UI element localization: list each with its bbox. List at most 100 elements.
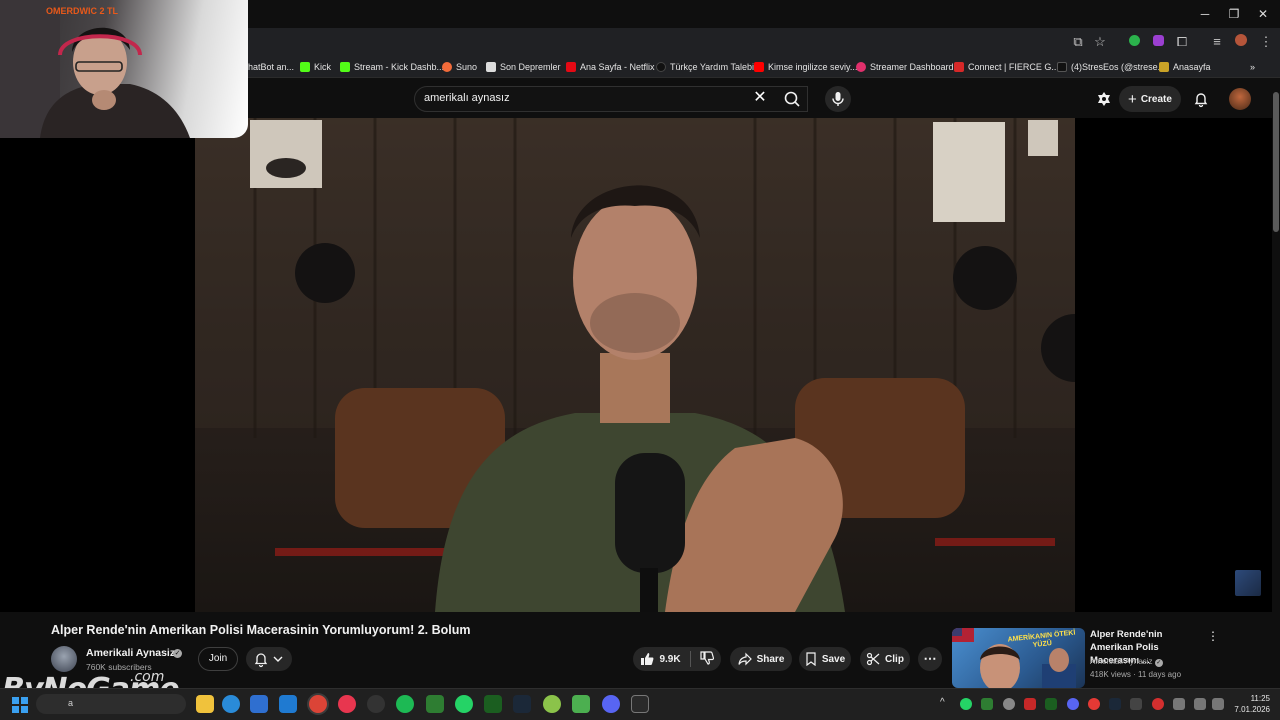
subscription-notifications-button[interactable] [246, 647, 292, 671]
whatsapp-icon[interactable] [455, 695, 473, 713]
channel-avatar[interactable] [51, 646, 77, 672]
chrome-browser-icon[interactable] [309, 695, 327, 713]
tray-whatsapp-icon[interactable] [960, 698, 972, 710]
create-button[interactable]: + Create [1119, 86, 1181, 112]
kick-favicon-icon [300, 62, 310, 72]
profile-avatar-icon[interactable] [1233, 34, 1249, 50]
install-icon[interactable]: ⧉ [1070, 34, 1086, 50]
minecraft-icon[interactable] [572, 695, 590, 713]
taskbar-time[interactable]: 11:25 [1244, 694, 1270, 703]
webcam-donation-caption: OMERDWIC 2 TL [46, 6, 118, 16]
account-avatar[interactable] [1229, 88, 1251, 110]
scissors-icon [866, 652, 880, 666]
scrollbar-thumb[interactable] [1273, 92, 1279, 232]
recommended-channel[interactable]: Amerikali Aynasiz ✓ [1090, 657, 1163, 667]
tray-microphone-icon[interactable] [1173, 698, 1185, 710]
bookmarks-overflow-icon[interactable]: » [1250, 59, 1255, 75]
minimize-icon[interactable]: ─ [1196, 6, 1214, 22]
tray-app-icon[interactable] [1003, 698, 1015, 710]
depremler-favicon-icon [486, 62, 496, 72]
channel-name[interactable]: Amerikali Aynasiz [86, 647, 175, 659]
tray-overflow-icon[interactable]: ^ [940, 697, 945, 708]
extension-purple-icon[interactable] [1150, 34, 1166, 50]
bookmark-item[interactable]: Son Depremler [486, 59, 561, 75]
tray-app-icon[interactable] [981, 698, 993, 710]
search-button[interactable] [776, 86, 808, 112]
bookmark-icon [806, 652, 816, 666]
tray-app-icon[interactable] [1024, 698, 1036, 710]
tray-network-icon[interactable] [1194, 698, 1206, 710]
miniplayer-thumbnail[interactable] [1235, 570, 1261, 596]
tray-app-icon[interactable] [1130, 698, 1142, 710]
extension-shield-icon[interactable] [1126, 34, 1142, 50]
tray-record-icon[interactable] [1088, 698, 1100, 710]
video-frame-illustration [195, 118, 1075, 612]
reading-list-icon[interactable]: ≡ [1209, 34, 1225, 50]
verified-check-icon: ✓ [1154, 659, 1163, 667]
steam-icon[interactable] [513, 695, 531, 713]
opera-browser-icon[interactable] [338, 695, 356, 713]
browser-menu-icon[interactable]: ⋮ [1258, 34, 1274, 50]
suno-favicon-icon [442, 62, 452, 72]
like-button[interactable]: 9.9K [640, 652, 681, 666]
duolingo-icon[interactable] [543, 695, 561, 713]
tray-app-icon[interactable] [1045, 698, 1057, 710]
clip-button[interactable]: Clip [860, 647, 910, 671]
bookmark-item[interactable]: Stream - Kick Dashb... [340, 59, 444, 75]
bookmark-item[interactable]: Anasayfa [1159, 59, 1211, 75]
bookmark-star-icon[interactable]: ☆ [1092, 34, 1108, 50]
bookmark-item[interactable]: Kick [300, 59, 331, 75]
microphone-icon [832, 92, 844, 106]
discord-icon[interactable] [602, 695, 620, 713]
windows-start-icon[interactable] [12, 697, 28, 713]
save-label: Save [821, 653, 846, 665]
more-actions-button[interactable]: ⋯ [918, 647, 942, 671]
taskbar-search-input[interactable]: a [36, 694, 186, 714]
video-player[interactable] [195, 118, 1075, 612]
maximize-icon[interactable]: ❐ [1225, 6, 1243, 22]
streamer-webcam [0, 0, 248, 138]
taskbar-date[interactable]: 7.01.2026 [1230, 705, 1270, 714]
dislike-button[interactable] [699, 650, 714, 668]
extensions-puzzle-icon[interactable]: ⧠ [1174, 34, 1190, 50]
voice-search-button[interactable] [825, 86, 851, 112]
save-button[interactable]: Save [799, 647, 851, 671]
obs-icon[interactable] [367, 695, 385, 713]
tray-volume-icon[interactable] [1212, 698, 1224, 710]
join-button[interactable]: Join [198, 647, 238, 671]
bookmark-item[interactable]: (4)StresEos (@strese... [1057, 59, 1165, 75]
clear-search-icon[interactable]: ✕ [752, 89, 768, 107]
youtube-studio-icon[interactable] [1096, 91, 1112, 107]
store-icon[interactable] [250, 695, 268, 713]
search-icon [784, 91, 800, 107]
youtube-favicon-icon [754, 62, 764, 72]
edge-browser-icon[interactable] [222, 695, 240, 713]
kick-app-icon[interactable] [426, 695, 444, 713]
epic-games-icon[interactable] [631, 695, 649, 713]
bookmark-item[interactable]: Ana Sayfa - Netflix [566, 59, 655, 75]
bookmark-item[interactable]: Türkçe Yardım Talebi [656, 59, 754, 75]
bookmark-item[interactable]: Suno [442, 59, 477, 75]
share-button[interactable]: Share [730, 647, 792, 671]
bookmark-item[interactable]: hatBot an... [248, 59, 294, 75]
chevron-down-icon [273, 656, 283, 662]
netflix-favicon-icon [566, 62, 576, 72]
mail-icon[interactable] [279, 695, 297, 713]
search-query-text[interactable]: amerikalı aynasız [424, 92, 510, 104]
bookmark-item[interactable]: Connect | FIERCE G... [954, 59, 1059, 75]
notifications-button[interactable] [1192, 90, 1210, 108]
recommended-menu-icon[interactable]: ⋮ [1206, 629, 1220, 645]
spotify-icon[interactable] [396, 695, 414, 713]
dashboard-favicon-icon [856, 62, 866, 72]
home-favicon-icon [1159, 62, 1169, 72]
streamer-app-icon[interactable] [484, 695, 502, 713]
tray-app-icon[interactable] [1152, 698, 1164, 710]
fierce-favicon-icon [954, 62, 964, 72]
webcam-person-illustration [0, 0, 190, 138]
tray-discord-icon[interactable] [1067, 698, 1079, 710]
tray-steam-icon[interactable] [1109, 698, 1121, 710]
bookmark-item[interactable]: Kimse ingilizce seviy... [754, 59, 857, 75]
file-explorer-icon[interactable] [196, 695, 214, 713]
close-window-icon[interactable]: ✕ [1254, 6, 1272, 22]
bookmark-item[interactable]: Streamer Dashboard [856, 59, 954, 75]
